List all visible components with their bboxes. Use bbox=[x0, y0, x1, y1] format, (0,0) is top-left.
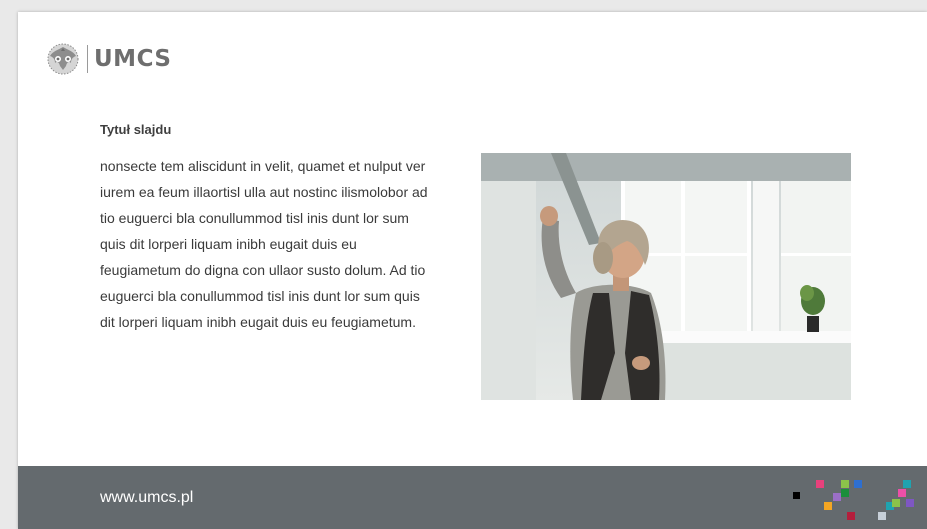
pixel-square bbox=[841, 480, 849, 488]
footer: www.umcs.pl bbox=[18, 466, 927, 529]
pixel-square bbox=[824, 502, 832, 510]
pixel-square bbox=[841, 489, 849, 497]
pixel-square bbox=[878, 512, 886, 520]
slide-body-text: nonsecte tem aliscidunt in velit, quamet… bbox=[100, 158, 428, 330]
slide-title: Tytuł slajdu bbox=[100, 122, 172, 137]
footer-url-link[interactable]: www.umcs.pl bbox=[100, 489, 193, 507]
slide: UMCS Tytuł slajdu nonsecte tem aliscidun… bbox=[18, 12, 927, 529]
umcs-logo: UMCS bbox=[43, 39, 171, 79]
logo-text: UMCS bbox=[94, 46, 172, 72]
pixel-square bbox=[816, 480, 824, 488]
pixel-square bbox=[903, 480, 911, 488]
logo-separator bbox=[87, 45, 88, 73]
eagle-emblem-icon bbox=[47, 43, 79, 75]
pixel-square bbox=[854, 480, 862, 488]
pixel-square bbox=[892, 499, 900, 507]
pixel-square bbox=[906, 499, 914, 507]
pixel-square bbox=[898, 489, 906, 497]
pixel-square bbox=[793, 492, 800, 499]
slide-photo bbox=[481, 153, 851, 400]
pixel-square bbox=[833, 493, 841, 501]
pixel-square bbox=[847, 512, 855, 520]
